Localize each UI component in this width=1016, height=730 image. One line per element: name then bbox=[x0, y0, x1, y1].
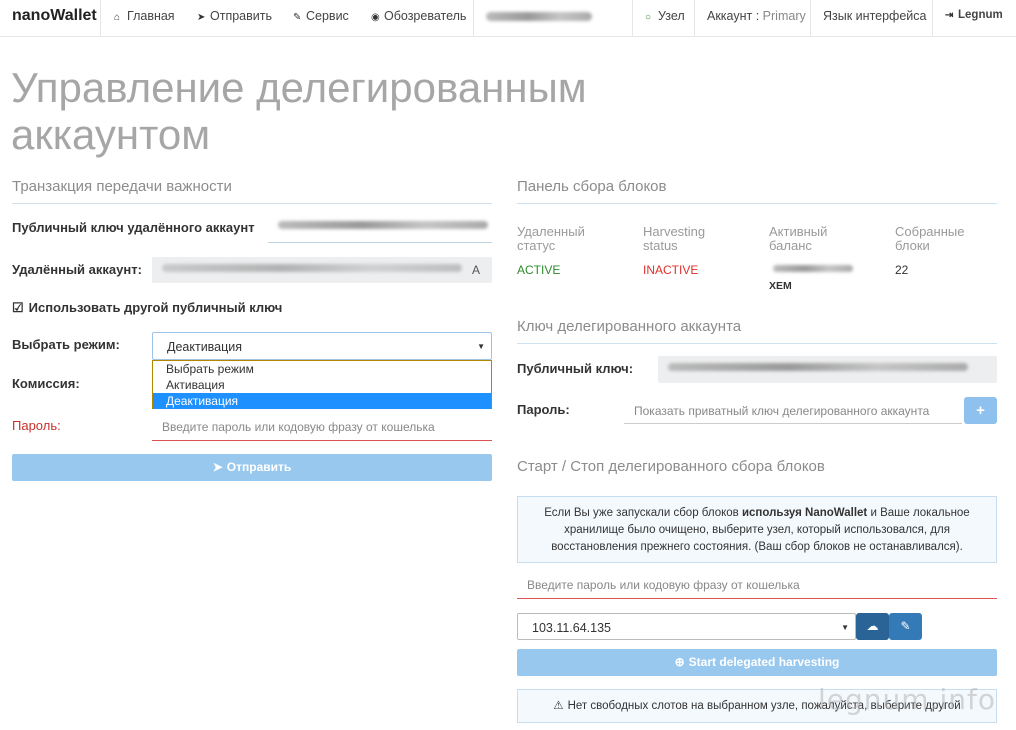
nav-node-label: Узел bbox=[658, 9, 685, 23]
page-title: Управление делегированным аккаунтом bbox=[11, 64, 587, 158]
send-icon: ➤ bbox=[212, 460, 223, 474]
harvesting-status-value: INACTIVE bbox=[643, 263, 699, 277]
nav-language[interactable]: Язык интерфейса bbox=[823, 9, 926, 23]
mode-option-select[interactable]: Выбрать режим bbox=[153, 361, 491, 377]
password-label: Пароль: bbox=[12, 418, 61, 433]
harvesting-status-header: Harvesting status bbox=[643, 224, 706, 253]
edit-icon: ✎ bbox=[900, 619, 911, 633]
nav-service-label: Сервис bbox=[306, 9, 349, 23]
send-icon: ➤ bbox=[197, 12, 206, 23]
nav-service[interactable]: ✎ Сервис bbox=[293, 9, 349, 23]
plus-icon: + bbox=[976, 402, 985, 419]
transfer-section-title: Транзакция передачи важности bbox=[12, 178, 232, 195]
delegated-password-input[interactable]: Показать приватный ключ делегированного … bbox=[624, 404, 962, 422]
nav-account-label: Аккаунт : bbox=[707, 9, 763, 23]
nav-divider bbox=[632, 0, 633, 37]
remote-status-header: Удаленный статус bbox=[517, 224, 585, 253]
node-status-icon: ○ bbox=[645, 12, 652, 23]
section-divider bbox=[12, 203, 492, 204]
remote-account-label: Удалённый аккаунт: bbox=[12, 262, 142, 277]
redacted-remote-account bbox=[162, 264, 462, 272]
password-underline bbox=[517, 598, 997, 599]
navbar: nanoWallet ⌂ Главная ➤ Отправить ✎ Сервис ◉… bbox=[0, 0, 1016, 37]
home-icon: ⌂ bbox=[114, 12, 121, 23]
logout-icon: ⇥ bbox=[945, 10, 954, 21]
mode-selected-value: Деактивация bbox=[167, 340, 243, 354]
delegated-password-label: Пароль: bbox=[517, 402, 570, 417]
start-stop-title: Старт / Стоп делегированного сбора блоко… bbox=[517, 458, 825, 475]
harvest-password-input[interactable]: Введите пароль или кодовую фразу от коше… bbox=[517, 578, 997, 596]
cloud-icon: ☁ bbox=[866, 619, 879, 633]
redacted-delegated-key bbox=[668, 363, 968, 371]
mode-label: Выбрать режим: bbox=[12, 337, 120, 352]
send-button-label: Отправить bbox=[226, 460, 292, 474]
send-button[interactable]: ➤ Отправить bbox=[12, 454, 492, 481]
password-underline bbox=[624, 423, 962, 424]
remote-public-key-field[interactable] bbox=[268, 214, 492, 240]
nav-node[interactable]: ○ Узел bbox=[645, 9, 685, 23]
wrench-icon: ✎ bbox=[293, 12, 302, 23]
info-box: Если Вы уже запускали сбор блоков исполь… bbox=[517, 496, 997, 563]
nav-account-name: Primary bbox=[762, 9, 806, 23]
warning-icon: ⚠ bbox=[553, 700, 564, 712]
nav-home-label: Главная bbox=[127, 9, 175, 23]
harvested-blocks-value: 22 bbox=[895, 263, 909, 277]
redacted-public-key bbox=[278, 221, 488, 229]
start-harvesting-button[interactable]: ⊕ Start delegated harvesting bbox=[517, 649, 997, 676]
node-selected-value: 103.11.64.135 bbox=[532, 621, 612, 635]
nav-logout[interactable]: ⇥ Legnum bbox=[945, 9, 1003, 21]
remote-status-value: ACTIVE bbox=[517, 263, 561, 277]
mode-option-deactivate[interactable]: Деактивация bbox=[153, 393, 491, 409]
section-divider bbox=[517, 203, 997, 204]
nav-logout-label: Legnum bbox=[958, 9, 1003, 21]
redacted-account-address bbox=[486, 12, 592, 21]
mode-select[interactable]: Деактивация ▼ bbox=[152, 332, 492, 360]
nav-explorer[interactable]: ◉ Обозреватель bbox=[371, 9, 466, 23]
info-text-1: Если Вы уже запускали сбор блоков bbox=[544, 507, 742, 519]
remote-account-field: A bbox=[152, 257, 492, 283]
nav-home[interactable]: ⌂ Главная bbox=[114, 9, 175, 23]
watermark: legnum.info bbox=[818, 683, 996, 716]
delegated-public-key-label: Публичный ключ: bbox=[517, 361, 634, 376]
node-select[interactable]: 103.11.64.135 ▼ bbox=[517, 613, 856, 640]
use-other-key-checkbox[interactable]: ☑ Использовать другой публичный ключ bbox=[12, 300, 282, 316]
delegated-key-title: Ключ делегированного аккаунта bbox=[517, 318, 742, 335]
start-harvesting-label: Start delegated harvesting bbox=[688, 655, 840, 669]
caret-down-icon: ▼ bbox=[477, 342, 485, 351]
checkbox-checked-icon: ☑ bbox=[12, 300, 24, 315]
start-icon: ⊕ bbox=[674, 655, 685, 669]
nav-divider bbox=[473, 0, 474, 37]
mode-option-activate[interactable]: Активация bbox=[153, 377, 491, 393]
balance-unit: XEM bbox=[769, 280, 792, 292]
nav-send-label: Отправить bbox=[210, 9, 272, 23]
nav-divider bbox=[694, 0, 695, 37]
field-underline bbox=[268, 242, 492, 243]
info-text-bold: используя NanoWallet bbox=[741, 507, 868, 519]
nav-account[interactable]: Аккаунт : Primary bbox=[707, 9, 806, 23]
active-balance-header: Активный баланс bbox=[769, 224, 828, 253]
nav-divider bbox=[932, 0, 933, 37]
delegated-public-key-field bbox=[658, 356, 997, 383]
harvested-blocks-header: Собранные блоки bbox=[895, 224, 965, 253]
nav-divider bbox=[810, 0, 811, 37]
brand-logo[interactable]: nanoWallet bbox=[12, 7, 97, 25]
remote-public-key-label: Публичный ключ удалённого аккаунт bbox=[12, 220, 255, 235]
edit-node-button[interactable]: ✎ bbox=[889, 613, 922, 640]
section-divider bbox=[517, 343, 997, 344]
nav-divider bbox=[100, 0, 101, 37]
caret-down-icon: ▼ bbox=[841, 623, 849, 632]
harvest-panel-title: Панель сбора блоков bbox=[517, 178, 667, 195]
transfer-password-input[interactable]: Введите пароль или кодовую фразу от коше… bbox=[152, 420, 492, 438]
remote-account-suffix: A bbox=[471, 263, 480, 277]
redacted-balance bbox=[773, 265, 853, 272]
nav-send[interactable]: ➤ Отправить bbox=[197, 9, 272, 23]
mode-dropdown-list: Выбрать режим Активация Деактивация bbox=[152, 360, 492, 409]
password-underline bbox=[152, 440, 492, 441]
fee-label: Комиссия: bbox=[12, 376, 80, 391]
nav-explorer-label: Обозреватель bbox=[384, 9, 467, 23]
show-private-key-button[interactable]: + bbox=[964, 397, 997, 424]
use-other-key-label: Использовать другой публичный ключ bbox=[28, 300, 283, 315]
cloud-node-button[interactable]: ☁ bbox=[856, 613, 889, 640]
globe-icon: ◉ bbox=[371, 12, 380, 23]
